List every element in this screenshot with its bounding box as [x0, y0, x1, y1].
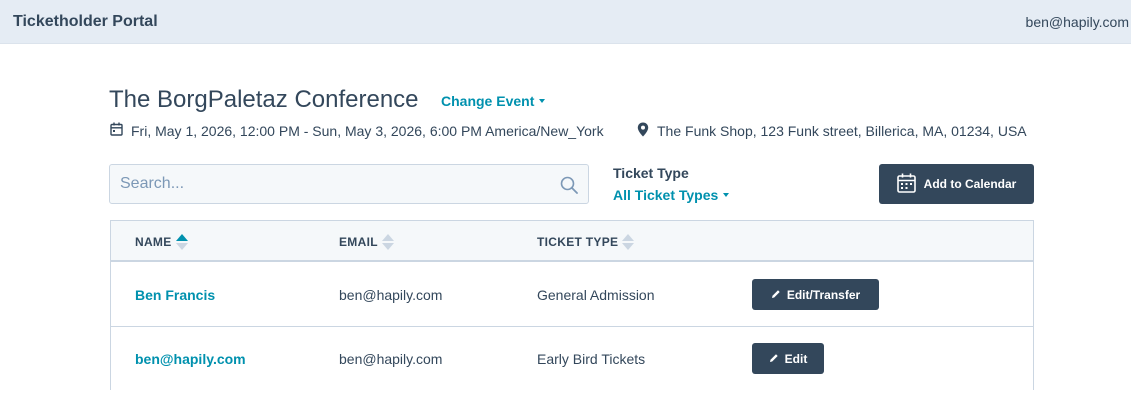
ticket-type-cell: General Admission: [537, 287, 655, 303]
ticket-type-selected: All Ticket Types: [613, 187, 719, 203]
change-event-label: Change Event: [441, 93, 535, 109]
event-date: Fri, May 1, 2026, 12:00 PM - Sun, May 3,…: [110, 122, 604, 139]
add-to-calendar-label: Add to Calendar: [923, 177, 1017, 191]
map-pin-icon: [637, 122, 649, 140]
sort-icon: [381, 233, 394, 250]
ticketholder-name-link[interactable]: ben@hapily.com: [135, 327, 246, 391]
ticket-type-cell: Early Bird Tickets: [537, 351, 646, 367]
search-field[interactable]: [109, 164, 589, 204]
calendar-icon: [110, 122, 123, 139]
table-row: Ben Francis ben@hapily.com General Admis…: [111, 263, 1033, 327]
ticketholder-name-link[interactable]: Ben Francis: [135, 263, 215, 327]
user-email[interactable]: ben@hapily.com: [1026, 14, 1129, 30]
ticket-type-label: Ticket Type: [613, 165, 689, 181]
column-header-name[interactable]: NAME: [135, 221, 188, 262]
column-header-ticket-type[interactable]: TICKET TYPE: [537, 221, 635, 262]
pencil-icon: [769, 352, 779, 366]
pencil-icon: [771, 288, 781, 302]
column-header-label: NAME: [135, 234, 172, 249]
caret-down-icon: [539, 99, 546, 103]
event-date-text: Fri, May 1, 2026, 12:00 PM - Sun, May 3,…: [131, 122, 604, 139]
edit-label: Edit: [784, 351, 808, 366]
ticketholder-email: ben@hapily.com: [339, 351, 443, 367]
edit-button[interactable]: Edit: [752, 343, 824, 374]
calendar-icon: [896, 173, 916, 196]
add-to-calendar-button[interactable]: Add to Calendar: [879, 164, 1034, 204]
table-header: NAME EMAIL TICKET TYPE: [111, 221, 1033, 262]
ticket-type-dropdown[interactable]: All Ticket Types: [613, 187, 730, 203]
tickets-table: NAME EMAIL TICKET TYPE Ben Francis ben@h…: [110, 220, 1034, 391]
edit-transfer-button[interactable]: Edit/Transfer: [752, 279, 879, 310]
edit-transfer-label: Edit/Transfer: [786, 287, 861, 302]
event-location-text: The Funk Shop, 123 Funk street, Billeric…: [657, 123, 1027, 139]
column-header-email[interactable]: EMAIL: [339, 221, 394, 262]
portal-title: Ticketholder Portal: [13, 13, 158, 30]
top-bar: Ticketholder Portal ben@hapily.com: [0, 0, 1131, 44]
change-event-dropdown[interactable]: Change Event: [441, 93, 546, 109]
column-header-label: EMAIL: [339, 234, 378, 249]
caret-down-icon: [723, 193, 730, 197]
table-row: ben@hapily.com ben@hapily.com Early Bird…: [111, 327, 1033, 391]
column-header-label: TICKET TYPE: [537, 234, 619, 249]
sort-ascending-icon: [175, 233, 188, 250]
ticketholder-email: ben@hapily.com: [339, 287, 443, 303]
sort-icon: [622, 233, 635, 250]
event-title: The BorgPaletaz Conference: [109, 86, 419, 113]
event-location: The Funk Shop, 123 Funk street, Billeric…: [637, 122, 1027, 140]
search-input[interactable]: [110, 165, 588, 203]
search-icon[interactable]: [560, 176, 578, 199]
